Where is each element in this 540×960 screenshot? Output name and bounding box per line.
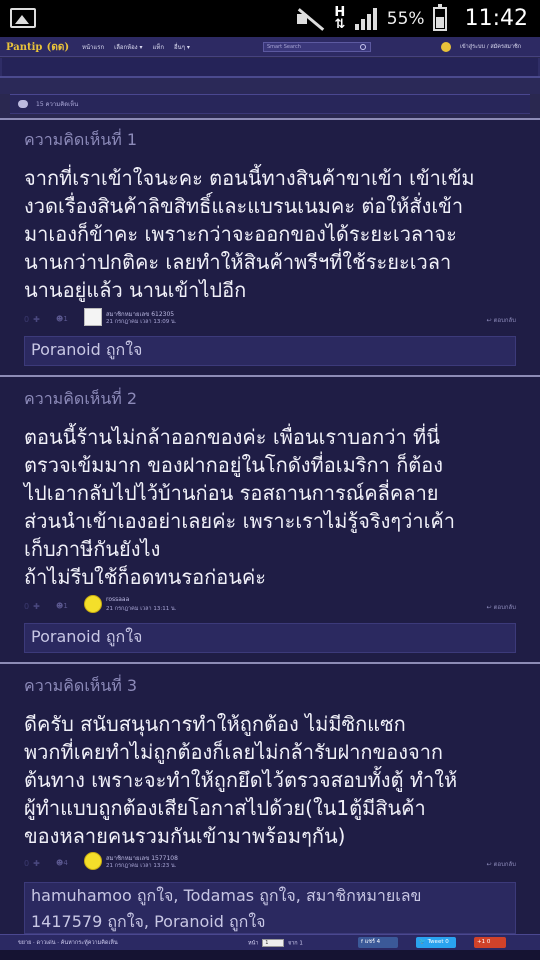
page-input[interactable]: 1 (262, 939, 285, 947)
comment-meta: 0 ✚ ☻1 สมาชิกหมายเลข 612305 21 กรกฎาคม เว… (24, 308, 516, 332)
topic-strip (0, 58, 540, 76)
twitter-share-button[interactable]: 🐦 Tweet 0 (416, 937, 456, 948)
comment-card: ความคิดเห็นที่ 2 ตอนนี้ร้านไม่กล้าออกของ… (0, 375, 540, 662)
nav-tags[interactable]: แท็ก (153, 42, 164, 52)
facebook-share-button[interactable]: f แชร์ 4 (358, 937, 398, 948)
likes-box: Poranoid ถูกใจ (24, 623, 516, 653)
reply-button[interactable]: ↩ ตอบกลับ (487, 859, 516, 869)
battery-icon (432, 3, 447, 31)
emotion-count[interactable]: ☻1 (56, 602, 68, 610)
pantip-logo[interactable]: Pantip (ดด) (6, 39, 82, 55)
site-header: Pantip (ดด) หน้าแรก เลือกห้อง ▾ แท็ก อื่… (0, 37, 540, 57)
likes-box: hamuhamoo ถูกใจ, Todamas ถูกใจ, สมาชิกหม… (24, 882, 516, 934)
reply-button[interactable]: ↩ ตอบกลับ (487, 315, 516, 325)
comment-title: ความคิดเห็นที่ 3 (24, 676, 138, 695)
username[interactable]: rossaaa (106, 596, 129, 603)
timestamp: 21 กรกฎาคม เวลา 13:23 น. (106, 863, 177, 869)
login-link[interactable]: เข้าสู่ระบบ / สมัครสมาชิก (460, 43, 521, 51)
comment-title: ความคิดเห็นที่ 1 (24, 130, 138, 149)
bottom-toolbar: ขยาย · ดาวเด่น · ค้นหากระทู้ความคิดเห็น … (0, 934, 540, 950)
gallery-icon (10, 8, 36, 28)
avatar[interactable] (84, 308, 102, 326)
comment-meta: 0 ✚ ☻4 สมาชิกหมายเลข 1577108 21 กรกฎาคม เ… (24, 852, 516, 876)
network-type: H ⇅ (334, 4, 346, 32)
comment-count-bar: 15 ความคิดเห็น (10, 94, 530, 114)
comment-card: ความคิดเห็นที่ 1 จากที่เราเข้าใจนะคะ ตอน… (0, 118, 540, 375)
timestamp: 21 กรกฎาคม เวลา 13:11 น. (106, 606, 177, 612)
vote-button[interactable]: 0 ✚ (24, 602, 40, 611)
emotion-count[interactable]: ☻1 (56, 315, 68, 323)
avatar[interactable] (84, 595, 102, 613)
comment-count: 15 ความคิดเห็น (36, 101, 79, 108)
vote-button[interactable]: 0 ✚ (24, 859, 40, 868)
comment-text: จากที่เราเข้าใจนะคะ ตอนนี้ทางสินค้าขาเข้… (24, 166, 475, 302)
timestamp: 21 กรกฎาคม เวลา 13:09 น. (106, 319, 177, 325)
comment-title: ความคิดเห็นที่ 2 (24, 389, 138, 408)
comment-text: ตอนนี้ร้านไม่กล้าออกของค่ะ เพื่อนเราบอกว… (24, 425, 456, 589)
login-icon[interactable] (441, 42, 451, 52)
mute-icon (295, 8, 325, 30)
battery-percent: 55% (386, 8, 425, 29)
search-icon[interactable] (360, 44, 366, 50)
comment-meta: 0 ✚ ☻1 rossaaa 21 กรกฎาคม เวลา 13:11 น. ↩… (24, 595, 516, 619)
status-bar: H ⇅ 55% 11:42 (0, 0, 540, 37)
clock: 11:42 (464, 6, 528, 31)
bottom-links[interactable]: ขยาย · ดาวเด่น · ค้นหากระทู้ความคิดเห็น (18, 939, 118, 947)
nav-home[interactable]: หน้าแรก (82, 42, 104, 52)
search-input[interactable]: Smart Search (263, 42, 371, 52)
reply-button[interactable]: ↩ ตอบกลับ (487, 602, 516, 612)
likes-box: Poranoid ถูกใจ (24, 336, 516, 366)
emotion-count[interactable]: ☻4 (56, 859, 68, 867)
signal-icon (354, 7, 379, 30)
vote-button[interactable]: 0 ✚ (24, 315, 40, 324)
comment-text: ดีครับ สนับสนุนการทำให้ถูกต้อง ไม่มีซิกแ… (24, 712, 458, 848)
nav-more[interactable]: อื่นๆ ▾ (174, 42, 190, 52)
avatar[interactable] (84, 852, 102, 870)
google-plus-button[interactable]: +1 0 (474, 937, 506, 948)
comment-card: ความคิดเห็นที่ 3 ดีครับ สนับสนุนการทำให้… (0, 662, 540, 934)
comment-bubble-icon (18, 100, 28, 108)
pagination: หน้า 1 จาก 1 (248, 939, 303, 947)
nav-rooms[interactable]: เลือกห้อง ▾ (114, 42, 142, 52)
